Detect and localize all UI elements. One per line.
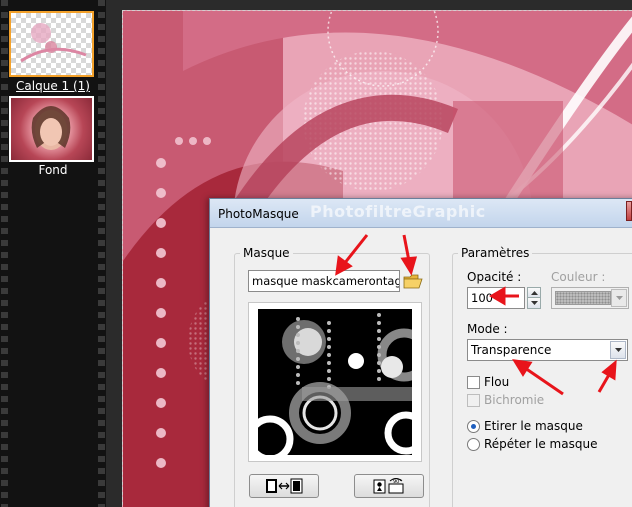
- spinner-up-icon[interactable]: [527, 287, 541, 298]
- color-dropdown-icon[interactable]: [611, 289, 627, 307]
- invert-mask-button[interactable]: [249, 474, 319, 498]
- film-strip-right: [98, 0, 105, 507]
- layer-thumbnail-fond[interactable]: [9, 96, 94, 162]
- spinner-down-icon[interactable]: [527, 298, 541, 309]
- layer-thumbnail-calque1[interactable]: [9, 11, 94, 77]
- bichromie-label: Bichromie: [484, 393, 545, 407]
- mask-file-field[interactable]: masque maskcamerontags_: [248, 270, 400, 292]
- film-strip-left: [1, 0, 8, 507]
- dialog-title: PhotoMasque: [218, 207, 299, 221]
- app-window: Calque 1 (1) Fond PhotoMasque Photofiltr…: [0, 0, 632, 507]
- color-label: Couleur :: [551, 270, 606, 284]
- close-button-edge[interactable]: [626, 201, 632, 221]
- rotate-mask-button[interactable]: 90°: [354, 474, 424, 498]
- flou-checkbox[interactable]: [467, 376, 480, 389]
- svg-text:90°: 90°: [393, 479, 402, 485]
- opacity-field[interactable]: 100: [467, 287, 525, 309]
- dialog-titlebar[interactable]: PhotoMasque PhotofiltreGraphic: [210, 199, 632, 228]
- stretch-mask-radio[interactable]: [467, 420, 480, 433]
- watermark-text: PhotofiltreGraphic: [310, 202, 486, 221]
- opacity-label: Opacité :: [467, 270, 522, 284]
- chevron-down-icon[interactable]: [610, 341, 626, 359]
- mode-select[interactable]: Transparence: [467, 339, 628, 361]
- opacity-spinner[interactable]: [527, 287, 541, 309]
- masque-group-label: Masque: [240, 246, 293, 260]
- repeat-mask-radio[interactable]: [467, 438, 480, 451]
- mask-preview-image: [258, 309, 412, 455]
- portrait-thumbnail-art: [31, 106, 71, 150]
- parametres-group-label: Paramètres: [458, 246, 533, 260]
- flou-label: Flou: [484, 375, 510, 389]
- layers-panel: Calque 1 (1) Fond: [0, 0, 106, 507]
- layer-label-calque1[interactable]: Calque 1 (1): [8, 79, 98, 93]
- layer-label-fond[interactable]: Fond: [8, 163, 98, 177]
- stretch-mask-label: Etirer le masque: [484, 419, 583, 433]
- bichromie-checkbox[interactable]: [467, 394, 480, 407]
- mask-preview: [248, 302, 422, 462]
- open-folder-icon[interactable]: [403, 272, 423, 290]
- repeat-mask-label: Répéter le masque: [484, 437, 598, 451]
- mode-label: Mode :: [467, 322, 508, 336]
- mode-select-value: Transparence: [471, 343, 552, 357]
- photomasque-dialog: PhotoMasque PhotofiltreGraphic Masque ma…: [209, 198, 632, 507]
- layer-thumbnail-art: [20, 23, 87, 63]
- color-swatch-button[interactable]: [551, 287, 629, 309]
- color-swatch: [555, 291, 611, 305]
- invert-icon: [266, 478, 303, 494]
- rotate-90-icon: 90°: [373, 478, 404, 494]
